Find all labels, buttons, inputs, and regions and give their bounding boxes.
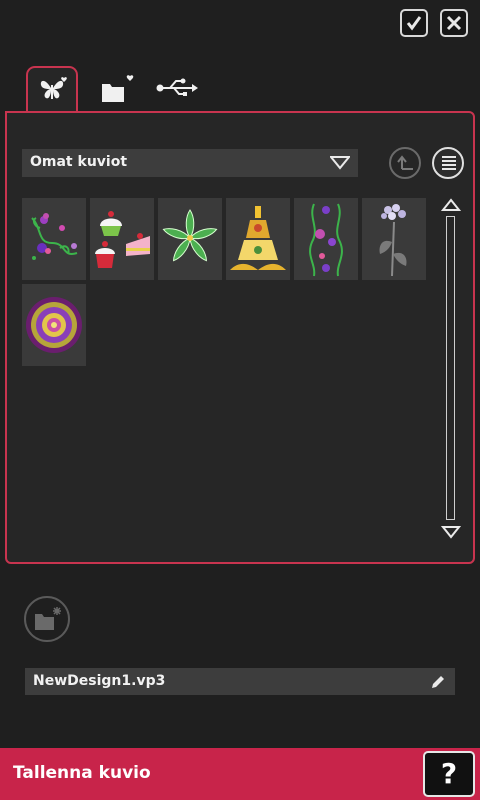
golden-ornament-embroidery-image [230,206,286,270]
help-icon: ? [440,757,458,790]
folder-heart-icon [102,75,134,102]
help-button[interactable]: ? [423,751,475,797]
purple-floral-border-embroidery-image [309,203,343,277]
lilac-flower-embroidery-image [379,204,407,277]
design-thumbnail-mandala[interactable] [22,284,86,366]
tab-my-designs[interactable] [26,66,78,114]
folder-select[interactable]: Omat kuviot [22,149,358,177]
checkmark-icon [406,16,422,31]
butterfly-heart-icon [40,77,67,99]
design-thumbnail-cupcakes[interactable] [90,198,154,280]
design-thumbnail-lilac-flower[interactable] [362,198,426,280]
filename-value: NewDesign1.vp3 [33,673,166,689]
floral-vine-embroidery-image [31,213,78,260]
pencil-icon[interactable] [430,674,446,690]
design-thumbnail-leaf-star[interactable] [158,198,222,280]
new-folder-icon [35,607,61,630]
design-thumbnail-floral-vine[interactable] [22,198,86,280]
new-folder-button[interactable] [24,596,70,642]
folder-up-button[interactable] [389,147,421,179]
purple-mandala-embroidery-image [26,297,82,353]
list-view-button[interactable] [432,147,464,179]
close-x-icon [446,15,462,31]
green-leaf-star-embroidery-image [162,209,218,262]
design-thumbnail-golden-ornament[interactable] [226,198,290,280]
filename-field[interactable]: NewDesign1.vp3 [25,668,455,695]
tab-usb[interactable] [154,66,198,112]
folder-up-icon [397,155,413,170]
list-view-icon [442,156,456,170]
tab-my-files[interactable] [96,66,140,112]
footer-bar: Tallenna kuvio ? [0,748,480,800]
close-button[interactable] [440,9,468,37]
scrollbar-track[interactable] [446,216,455,520]
page-title: Tallenna kuvio [13,763,151,783]
usb-icon [156,78,198,96]
confirm-button[interactable] [400,9,428,37]
chevron-down-icon [330,156,350,170]
cupcakes-embroidery-image [95,211,150,268]
scroll-down-arrow-icon[interactable] [441,525,461,539]
scroll-up-arrow-icon[interactable] [441,198,461,212]
design-thumbnail-floral-border[interactable] [294,198,358,280]
folder-select-value: Omat kuviot [30,154,128,170]
